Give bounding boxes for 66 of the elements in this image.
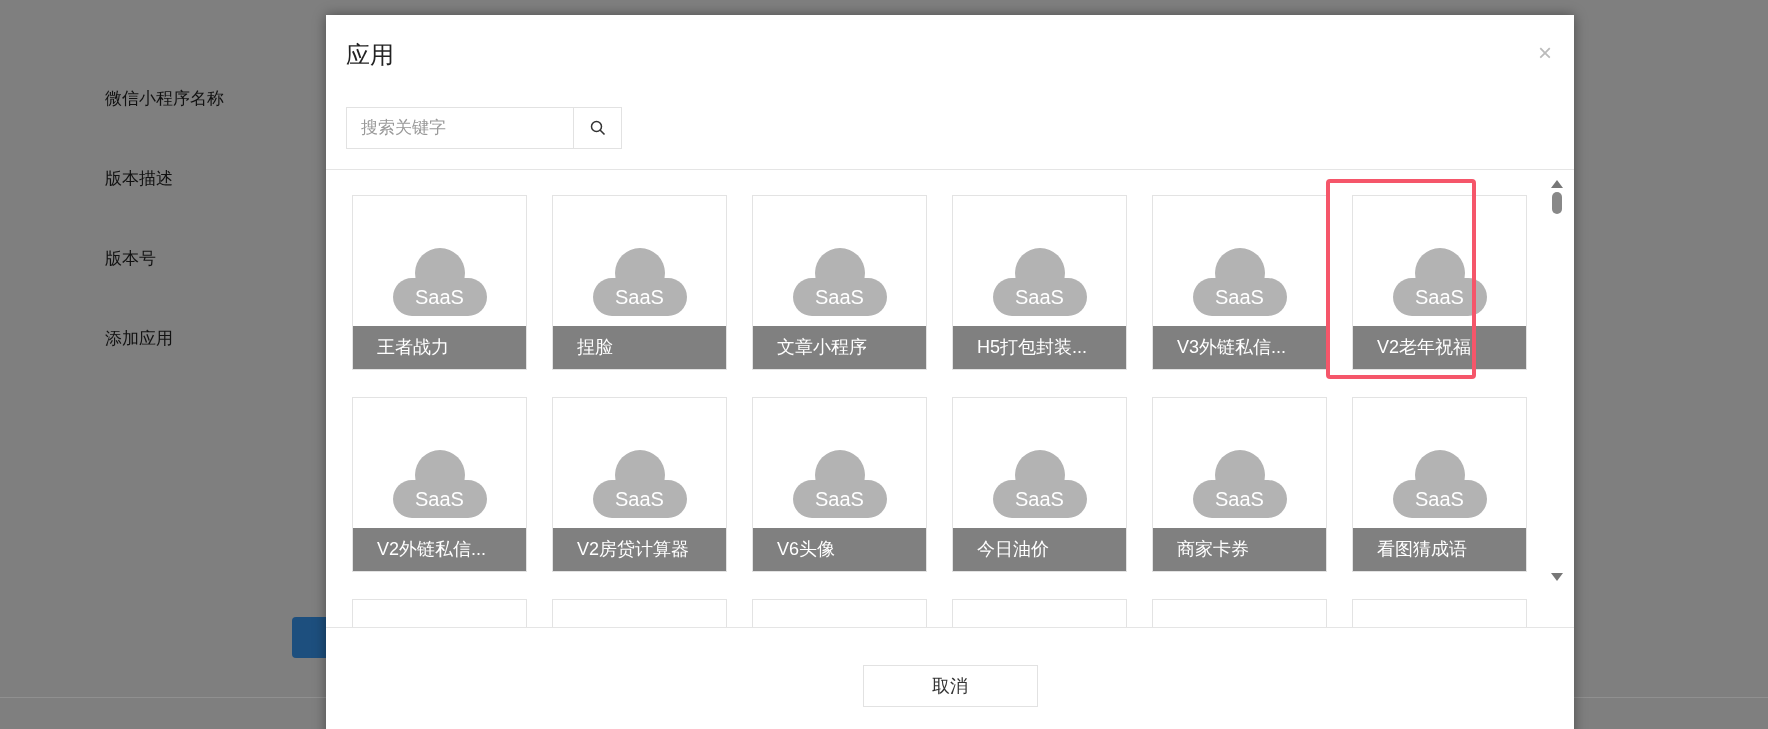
app-card[interactable]: SaaS V6头像 [752,397,927,572]
logo-text: SaaS [415,287,464,307]
form-label: 微信小程序名称 [105,88,224,108]
app-card[interactable]: SaaS 今日油价 [952,397,1127,572]
app-name: V2房贷计算器 [577,538,690,561]
cloud-icon [592,450,687,518]
cloud-icon [992,450,1087,518]
app-card[interactable]: SaaS V2房贷计算器 [552,397,727,572]
logo-text: SaaS [1015,489,1064,509]
app-name: V2外链私信... [377,538,487,561]
app-card[interactable] [552,599,727,627]
app-card[interactable]: SaaS 文章小程序 [752,195,927,370]
cloud-icon [792,450,887,518]
cloud-icon [1192,248,1287,316]
search-field[interactable]: 搜索关键字 [346,107,574,149]
app-card[interactable] [752,599,927,627]
app-card[interactable]: SaaS 捏脸 [552,195,727,370]
logo-text: SaaS [615,287,664,307]
logo-text: SaaS [815,489,864,509]
cancel-button[interactable]: 取消 [862,665,1038,707]
cloud-icon [392,450,487,518]
form-label: 版本描述 [105,168,173,188]
app-name: 商家卡券 [1177,538,1249,561]
logo-text: SaaS [1415,287,1464,307]
logo-text: SaaS [1015,287,1064,307]
app-name: V6头像 [777,538,836,561]
cloud-icon [392,248,487,316]
app-name: H5打包封装... [977,336,1087,359]
app-card[interactable] [1152,599,1327,627]
search-button[interactable] [574,107,622,149]
logo-text: SaaS [815,287,864,307]
logo-text: SaaS [1215,489,1264,509]
app-card[interactable]: SaaS H5打包封装... [952,195,1127,370]
app-card[interactable] [1352,599,1527,627]
logo-text: SaaS [1215,287,1264,307]
cloud-icon [1392,450,1487,518]
cloud-icon [1192,450,1287,518]
form-label: 版本号 [105,248,156,268]
logo-text: SaaS [615,489,664,509]
app-card[interactable]: SaaS V2外链私信... [352,397,527,572]
app-card[interactable]: SaaS 看图猜成语 [1352,397,1527,572]
logo-text: SaaS [415,489,464,509]
cloud-icon [992,248,1087,316]
scroll-up-icon [1551,180,1563,188]
app-card[interactable]: SaaS V2老年祝福 [1352,195,1527,370]
app-name: V2老年祝福 [1377,336,1472,359]
scroll-thumb[interactable] [1552,192,1562,214]
app-name: 今日油价 [977,538,1049,561]
dialog-title: 应用 [346,40,394,70]
app-card[interactable]: SaaS 王者战力 [352,195,527,370]
app-card[interactable]: SaaS 商家卡券 [1152,397,1327,572]
form-label: 添加应用 [105,328,173,348]
scroll-down-icon [1551,573,1563,581]
app-name: 王者战力 [377,336,449,359]
app-name: 文章小程序 [777,336,867,359]
cloud-icon [792,248,887,316]
app-name: V3外链私信... [1177,336,1287,359]
cloud-icon [1392,248,1487,316]
cloud-icon [592,248,687,316]
app-card[interactable] [952,599,1127,627]
search-icon [589,120,606,136]
app-card[interactable] [352,599,527,627]
logo-text: SaaS [1415,489,1464,509]
app-card[interactable]: SaaS V3外链私信... [1152,195,1327,370]
app-name: 看图猜成语 [1377,538,1467,561]
app-name: 捏脸 [577,336,613,359]
